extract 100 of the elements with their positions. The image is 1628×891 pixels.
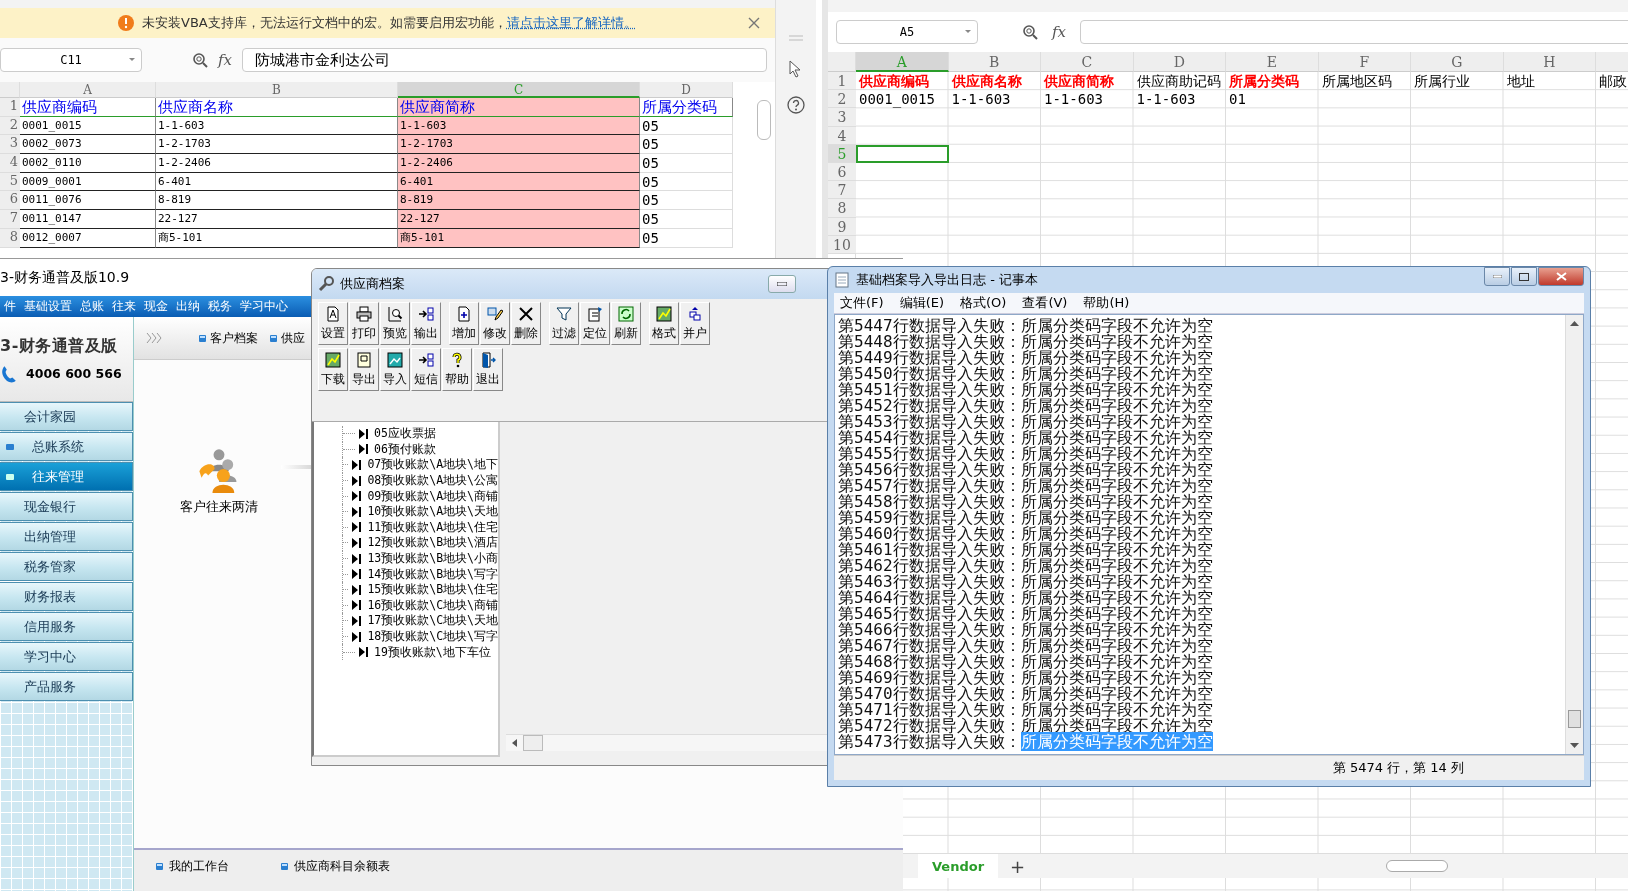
selected-cell[interactable]	[856, 144, 949, 163]
tab-link[interactable]: 供应	[270, 329, 305, 347]
scrollbar-thumb[interactable]	[1386, 860, 1448, 872]
toolbar-button[interactable]: 修改	[480, 302, 510, 345]
name-box[interactable]: C11	[0, 48, 142, 72]
tree-item[interactable]: 10预收账款\A地块\天地	[367, 504, 498, 520]
column-header[interactable]: B	[156, 82, 398, 98]
nav-item[interactable]: 会计家园	[0, 402, 133, 431]
nav-item[interactable]: 总账系统	[0, 432, 133, 461]
tree-item[interactable]: 18预收账款\C地块\写字	[367, 629, 498, 644]
nav-item[interactable]: 信用服务	[0, 612, 133, 641]
close-button[interactable]	[1538, 267, 1584, 286]
column-header[interactable]: C	[1041, 52, 1134, 72]
column-header[interactable]: F	[1318, 52, 1411, 72]
tree-item[interactable]: 14预收账款\B地块\写字	[367, 566, 498, 582]
menu-item[interactable]: 格式(O)	[960, 293, 1007, 313]
tree-item[interactable]: 16预收账款\C地块\商铺	[367, 597, 498, 613]
menu-item[interactable]: 基础设置	[20, 296, 76, 317]
text-area[interactable]	[834, 314, 1584, 755]
nav-item[interactable]: 财务报表	[0, 582, 133, 611]
tree-item[interactable]: 08预收账款\A地块\公寓	[367, 473, 498, 489]
column-header[interactable]: G	[1411, 52, 1504, 72]
corner-cell[interactable]	[828, 52, 856, 72]
footer-link[interactable]: 供应商科目余额表	[281, 858, 390, 875]
menu-item[interactable]: 文件(F)	[840, 293, 884, 313]
tree-item[interactable]: 07预收账款\A地块\地下	[367, 457, 498, 473]
menu-item[interactable]: 查看(V)	[1022, 293, 1068, 313]
add-sheet-button[interactable]: +	[1006, 854, 1030, 878]
toolbar-button[interactable]: 预览	[380, 302, 410, 345]
corner-cell[interactable]	[0, 82, 20, 98]
column-header[interactable]: H	[1503, 52, 1596, 72]
formula-field[interactable]: 防城港市金利达公司	[242, 48, 767, 72]
scrollbar[interactable]	[1565, 315, 1583, 754]
column-header[interactable]: D	[640, 82, 733, 98]
name-box[interactable]: A5	[836, 20, 978, 44]
minimize-button[interactable]	[768, 275, 796, 293]
formula-field[interactable]	[1080, 20, 1628, 44]
scrollbar-thumb[interactable]	[1568, 710, 1581, 728]
scroll-down-icon[interactable]	[1570, 743, 1579, 748]
details-link[interactable]: 请点击这里了解详情。	[506, 15, 637, 30]
maximize-button[interactable]	[1511, 267, 1537, 286]
scrollbar-thumb[interactable]	[523, 735, 543, 751]
close-icon[interactable]	[747, 16, 761, 30]
bullet-icon	[270, 334, 277, 342]
toolbar-button[interactable]: 删除	[511, 302, 541, 345]
tree-item[interactable]: 06预付账款	[374, 441, 436, 457]
nav-item[interactable]: 税务管家	[0, 552, 133, 581]
nav-item[interactable]: 出纳管理	[0, 522, 133, 551]
tree-item[interactable]: 09预收账款\A地块\商铺	[367, 488, 498, 504]
column-header[interactable]: D	[1133, 52, 1226, 72]
tree-item[interactable]: 05应收票据	[374, 426, 436, 442]
toolbar-button[interactable]: 设置	[318, 302, 348, 345]
tree-item[interactable]: 15预收账款\B地块\住宅	[367, 582, 498, 598]
tree-item[interactable]: 17预收账款\C地块\天地	[367, 613, 498, 629]
nav-item[interactable]: 现金银行	[0, 492, 133, 521]
scroll-up-icon[interactable]	[1570, 321, 1579, 326]
tree-item[interactable]: 13预收账款\B地块\小商	[367, 551, 498, 567]
shortcut[interactable]: 客户往来两清	[174, 444, 264, 517]
scrollbar-thumb[interactable]	[757, 100, 771, 140]
column-header[interactable]: E	[1226, 52, 1319, 72]
minimize-icon	[777, 282, 787, 286]
menu-item[interactable]: 往来	[108, 296, 140, 317]
tab-link[interactable]: 客户档案	[199, 329, 258, 347]
tree-item[interactable]: 11预收账款\A地块\住宅	[367, 519, 498, 535]
toolbar-button[interactable]: 短信	[411, 348, 441, 391]
toolbar-button[interactable]: 退出	[473, 348, 503, 391]
column-header[interactable]: A	[20, 82, 156, 98]
toolbar-button[interactable]: 帮助	[442, 348, 472, 391]
toolbar-button[interactable]: 导入	[380, 348, 410, 391]
footer-link[interactable]: 我的工作台	[156, 858, 229, 875]
scroll-left-icon[interactable]	[512, 739, 517, 747]
toolbar-button[interactable]: 过滤	[549, 302, 579, 345]
toolbar-button[interactable]: 增加	[449, 302, 479, 345]
toolbar-button[interactable]: 格式	[649, 302, 679, 345]
toolbar-button[interactable]: 导出	[349, 348, 379, 391]
menu-item[interactable]: 现金	[140, 296, 172, 317]
toolbar-button[interactable]: 并户	[680, 302, 710, 345]
menu-item[interactable]: 编辑(E)	[899, 293, 944, 313]
toolbar-button[interactable]: 刷新	[611, 302, 641, 345]
nav-item[interactable]: 学习中心	[0, 642, 133, 671]
tree-item[interactable]: 12预收账款\B地块\酒店	[367, 535, 498, 551]
sheet-tab[interactable]: Vendor	[918, 854, 999, 878]
menu-item[interactable]: 件	[0, 296, 20, 317]
toolbar-button[interactable]: 打印	[349, 302, 379, 345]
toolbar-button[interactable]: 定位	[580, 302, 610, 345]
nav-item[interactable]: 往来管理	[0, 462, 133, 491]
menu-item[interactable]: 出纳	[172, 296, 204, 317]
column-header[interactable]: B	[948, 52, 1041, 72]
chevrons-icon[interactable]	[146, 332, 162, 344]
header-cell-text: 供应商名称	[950, 72, 1023, 91]
menu-item[interactable]: 帮助(H)	[1083, 293, 1130, 313]
menu-item[interactable]: 学习中心	[236, 296, 292, 317]
menu-item[interactable]: 税务	[204, 296, 236, 317]
toolbar-button[interactable]: 输出	[411, 302, 441, 345]
help-icon[interactable]	[787, 96, 805, 114]
door-icon	[480, 352, 496, 368]
nav-item[interactable]: 产品服务	[0, 672, 133, 701]
menu-item[interactable]: 总账	[76, 296, 108, 317]
tree-item[interactable]: 19预收账款\地下车位	[374, 644, 491, 660]
toolbar-button[interactable]: 下载	[318, 348, 348, 391]
